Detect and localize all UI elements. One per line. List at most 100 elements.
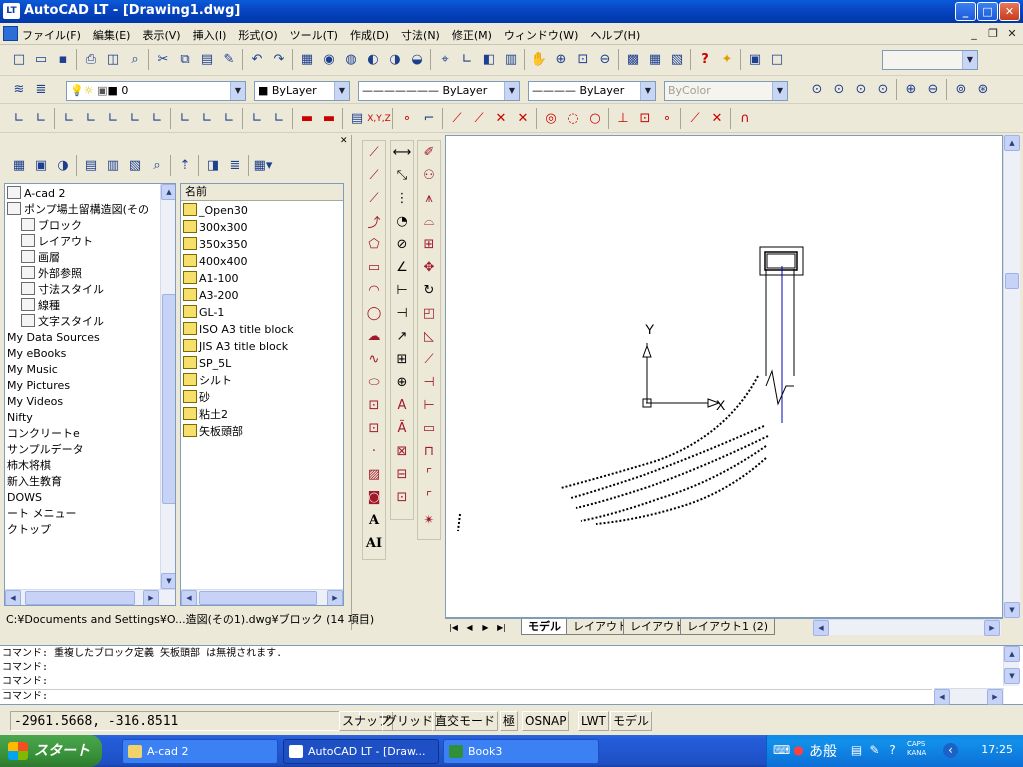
folder-tree[interactable]: A-cad 2 ポンプ場土留構造図(その ブロック レイアウト 画層 外部参照 寸法スタイル…	[4, 183, 176, 606]
zoom-window-icon[interactable]: ⊡	[572, 49, 594, 70]
fillet-icon[interactable]: ⌜	[418, 486, 440, 509]
model-space-icon[interactable]: □	[766, 49, 788, 70]
next-tab-icon[interactable]: ▶	[479, 621, 492, 634]
dictionary-icon[interactable]: ▤	[849, 743, 864, 758]
ucs-face-icon[interactable]: ∟	[102, 108, 124, 129]
help-icon[interactable]: ?	[694, 49, 716, 70]
pan-icon[interactable]: ✋	[528, 49, 550, 70]
block-item[interactable]: ISO A3 title block	[183, 321, 294, 338]
design-center-icon[interactable]: ▦	[296, 49, 318, 70]
dc-description-icon[interactable]: ≣	[224, 155, 246, 176]
preview-icon[interactable]: ◫	[102, 49, 124, 70]
list-horizontal-scrollbar[interactable]: ◀ ▶	[181, 589, 343, 605]
menu-item[interactable]: 作成(D)	[350, 27, 389, 43]
stretch-icon[interactable]: ◺	[418, 325, 440, 348]
maximize-button[interactable]: □	[977, 2, 998, 21]
menu-item[interactable]: 編集(E)	[93, 27, 131, 43]
block-item[interactable]: GL-1	[183, 304, 224, 321]
new-features-icon[interactable]: ✦	[716, 49, 738, 70]
tree-item[interactable]: クトップ	[7, 522, 51, 538]
close-button[interactable]: ✕	[999, 2, 1020, 21]
dim-leader-icon[interactable]: ↗	[391, 325, 413, 348]
ucs-apply-icon[interactable]: ∟	[246, 108, 268, 129]
snap-node-icon[interactable]: ∘	[656, 108, 678, 129]
lengthen-icon[interactable]: ⟋	[418, 348, 440, 371]
break-icon[interactable]: ▭	[418, 417, 440, 440]
snap-intersection-icon[interactable]: ✕	[490, 108, 512, 129]
browse-icon[interactable]: ◒	[406, 49, 428, 70]
tree-item[interactable]: 寸法スタイル	[21, 282, 104, 298]
snap-insert-icon[interactable]: ⊡	[634, 108, 656, 129]
tree-item[interactable]: DOWS	[7, 490, 42, 506]
hyperlink-icon[interactable]: ◉	[318, 49, 340, 70]
chevron-down-icon[interactable]: ▼	[640, 82, 655, 100]
ucs-origin-icon[interactable]: ∟	[58, 108, 80, 129]
ellipse-icon[interactable]: ⬭	[363, 371, 385, 394]
publish-icon[interactable]: ◐	[362, 49, 384, 70]
zoom-previous-icon[interactable]: ⊖	[594, 49, 616, 70]
tool-palettes-icon[interactable]: ▩	[622, 49, 644, 70]
trim-icon[interactable]: ⊣	[418, 371, 440, 394]
dim-xyz-icon[interactable]: X,Y,Z	[367, 108, 391, 129]
dim-style-icon[interactable]: ▬	[296, 108, 318, 129]
task-autocad[interactable]: AutoCAD LT - [Draw...	[283, 739, 439, 764]
tools-icon[interactable]: ✎	[867, 743, 882, 758]
ucs-3point-icon[interactable]: ∟	[146, 108, 168, 129]
ucs-view-icon[interactable]: ∟	[124, 108, 146, 129]
tree-item[interactable]: ート メニュー	[7, 506, 77, 522]
ime-icon[interactable]: ●	[791, 743, 806, 758]
tree-item[interactable]: My Data Sources	[7, 330, 100, 346]
match-properties-icon[interactable]: ✎	[218, 49, 240, 70]
block-item[interactable]: 砂	[183, 389, 210, 406]
copy-icon[interactable]: ⧉	[174, 49, 196, 70]
erase-icon[interactable]: ✐	[418, 141, 440, 164]
circle-icon[interactable]: ◯	[363, 302, 385, 325]
block-item[interactable]: SP_5L	[183, 355, 231, 372]
block-item[interactable]: 400x400	[183, 253, 248, 270]
start-button[interactable]: スタート	[0, 735, 102, 767]
tree-item[interactable]: Nifty	[7, 410, 33, 426]
plot-icon[interactable]: ⎙	[80, 49, 102, 70]
spline-icon[interactable]: ∿	[363, 348, 385, 371]
minimize-button[interactable]: _	[955, 2, 976, 21]
block-item[interactable]: A1-100	[183, 270, 239, 287]
ucs-named-icon[interactable]: ∟	[268, 108, 290, 129]
line-icon[interactable]: ⟋	[363, 141, 385, 164]
task-explorer[interactable]: A-cad 2	[122, 739, 278, 764]
paste-icon[interactable]: ▤	[196, 49, 218, 70]
tree-item[interactable]: コンクリートe	[7, 426, 80, 442]
command-vertical-scrollbar[interactable]: ▲ ▼	[1003, 646, 1020, 686]
arc-icon[interactable]: ◠	[363, 279, 385, 302]
snap-midpoint-icon[interactable]: ⟋	[468, 108, 490, 129]
mirror-icon[interactable]: ⩚	[418, 187, 440, 210]
menu-item[interactable]: 寸法(N)	[401, 27, 440, 43]
block-item[interactable]: A3-200	[183, 287, 239, 304]
tree-item[interactable]: 新入生教育	[7, 474, 62, 490]
markup-icon[interactable]: ▧	[666, 49, 688, 70]
menu-item[interactable]: 表示(V)	[142, 27, 180, 43]
tree-item[interactable]: 外部参照	[21, 266, 82, 282]
tolerance-icon[interactable]: ⊞	[391, 348, 413, 371]
menu-item[interactable]: ファイル(F)	[22, 27, 81, 43]
snap-from-icon[interactable]: ∘	[396, 108, 418, 129]
rectangle-icon[interactable]: ▭	[363, 256, 385, 279]
keyboard-icon[interactable]: ⌨	[773, 743, 790, 758]
rotate-icon[interactable]: ↻	[418, 279, 440, 302]
close-icon[interactable]: ✕	[340, 136, 350, 146]
block-item[interactable]: シルト	[183, 372, 232, 389]
make-current-layer-icon[interactable]: ≣	[30, 79, 52, 100]
task-excel[interactable]: Book3	[443, 739, 599, 764]
etransmit-icon[interactable]: ◑	[384, 49, 406, 70]
chevron-left-icon[interactable]: ‹	[943, 743, 958, 758]
tree-item[interactable]: My Music	[7, 362, 58, 378]
tree-item[interactable]: レイアウト	[21, 234, 93, 250]
menu-item[interactable]: ヘルプ(H)	[590, 27, 640, 43]
redo-icon[interactable]: ↷	[268, 49, 290, 70]
menu-item[interactable]: 修正(M)	[452, 27, 492, 43]
zoom-all-icon[interactable]: ⊚	[950, 79, 972, 100]
zoom-realtime-icon[interactable]: ⊕	[550, 49, 572, 70]
explode-icon[interactable]: ✴	[418, 509, 440, 532]
find-icon[interactable]: ⌕	[124, 49, 146, 70]
lwt-toggle[interactable]: LWT	[578, 711, 609, 731]
array-icon[interactable]: ⊞	[418, 233, 440, 256]
